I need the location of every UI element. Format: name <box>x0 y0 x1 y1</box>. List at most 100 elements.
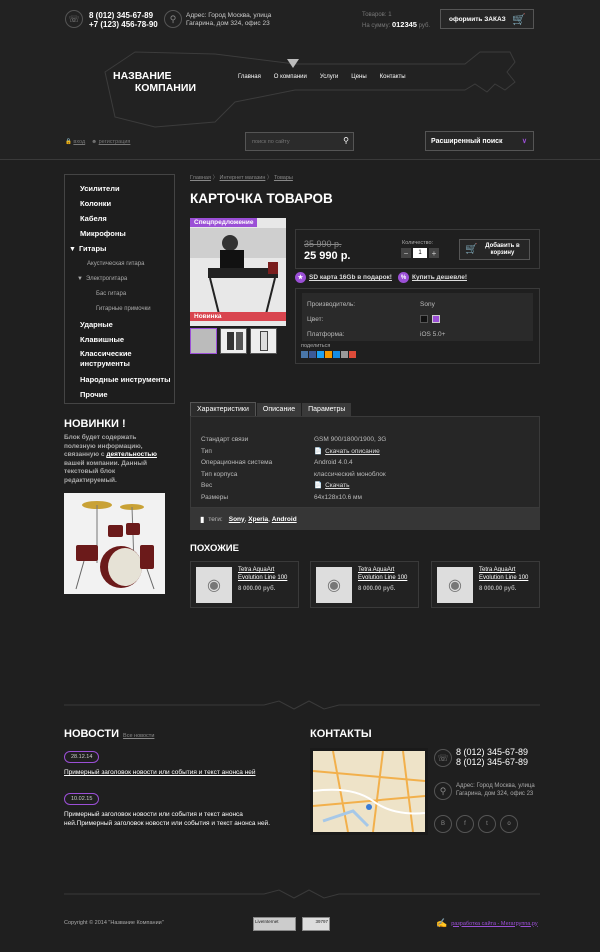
cheaper-promo[interactable]: % Купить дешевле! <box>398 272 467 283</box>
odnoklassniki-icon[interactable] <box>325 351 332 358</box>
camera-icon: ◉ <box>437 567 473 603</box>
gift-promo[interactable]: ★ SD карта 16Gb в подарок! <box>295 272 392 283</box>
order-button[interactable]: оформить ЗАКАЗ 🛒 <box>440 9 534 29</box>
news-item-text[interactable]: Примерный заголовок новости или события … <box>64 811 279 828</box>
header-phone-1: 8 (012) 345-67-89 <box>89 11 154 20</box>
all-news-link[interactable]: Все новости <box>123 733 154 739</box>
developer-credit[interactable]: ✍ разработка сайта - Мегагруппа.ру <box>436 918 538 929</box>
product-main-image[interactable] <box>190 218 286 326</box>
minus-button[interactable]: − <box>401 248 411 258</box>
twitter-icon[interactable]: t <box>478 815 496 833</box>
add-to-cart-button[interactable]: 🛒 Добавить в корзину <box>459 239 530 260</box>
search-icon[interactable]: ⚲ <box>343 136 349 145</box>
similar-name[interactable]: Tetra AquaArt Evolution Line 100 <box>358 567 416 582</box>
cart-items-value: 1 <box>388 12 392 18</box>
news-title: НОВОСТИ <box>64 728 120 740</box>
similar-name[interactable]: Tetra AquaArt Evolution Line 100 <box>238 567 296 582</box>
vk-icon[interactable]: B <box>434 815 452 833</box>
liveinternet-counter[interactable]: LiveInternet <box>253 917 296 931</box>
gift-link[interactable]: SD карта 16Gb в подарок! <box>309 274 392 281</box>
sidebar-item-speakers[interactable]: Колонки <box>65 196 174 211</box>
thumbnail-2[interactable] <box>220 328 247 354</box>
color-swatch-black[interactable] <box>420 315 428 323</box>
sidebar-menu: Усилители Колонки Кабеля Микрофоны ▼ Гита… <box>64 174 175 404</box>
login-link[interactable]: вход <box>73 139 85 145</box>
download-link[interactable]: Скачать <box>325 480 349 492</box>
sidebar-item-classical[interactable]: Классические инструменты <box>65 347 174 372</box>
sidebar-item-keys[interactable]: Клавишные <box>65 332 174 347</box>
sidebar-item-bass[interactable]: Бас гитара <box>65 287 174 302</box>
tab-characteristics[interactable]: Характеристики <box>190 402 256 416</box>
odnoklassniki-icon[interactable]: o <box>500 815 518 833</box>
nav-services[interactable]: Услуги <box>320 74 338 80</box>
map-image <box>312 750 426 833</box>
news-item-link[interactable]: Примерный заголовок новости или события … <box>64 769 284 776</box>
similar-card[interactable]: ◉ Tetra AquaArt Evolution Line 100 8 000… <box>190 561 299 608</box>
news-header: НОВОСТИ Все новости <box>64 728 154 740</box>
facebook-icon[interactable] <box>309 351 316 358</box>
breadcrumb-products[interactable]: Товары <box>274 175 293 181</box>
tab-parameters[interactable]: Параметры <box>302 403 352 416</box>
sidebar-item-drums[interactable]: Ударные <box>65 317 174 332</box>
map[interactable] <box>310 748 428 835</box>
nav-about[interactable]: О компании <box>274 74 307 80</box>
sidebar-item-other[interactable]: Прочие <box>65 387 174 402</box>
google-plus-icon[interactable] <box>349 351 356 358</box>
tag-link[interactable]: Sony <box>229 516 245 523</box>
vk-icon[interactable] <box>301 351 308 358</box>
novelties-text-b: вашей компании. Данный текстовый блок ре… <box>64 459 147 484</box>
sidebar-item-amplifiers[interactable]: Усилители <box>65 181 174 196</box>
sidebar-item-electric[interactable]: ▼ Электрогитара <box>65 272 174 287</box>
similar-title: ПОХОЖИЕ <box>190 543 239 554</box>
sidebar-item-electric-label: Электрогитара <box>85 276 128 282</box>
thumbnail-1[interactable] <box>190 328 217 354</box>
gift-icon: ★ <box>295 272 306 283</box>
download-description-link[interactable]: Скачать описание <box>325 446 380 458</box>
mailru-icon[interactable] <box>333 351 340 358</box>
breadcrumb-home[interactable]: Главная <box>190 175 211 181</box>
nav-home[interactable]: Главная <box>238 74 261 80</box>
tag-icon: ▮ <box>200 514 205 524</box>
similar-card[interactable]: ◉ Tetra AquaArt Evolution Line 100 8 000… <box>310 561 419 608</box>
similar-card[interactable]: ◉ Tetra AquaArt Evolution Line 100 8 000… <box>431 561 540 608</box>
rambler-counter[interactable]: 39797 <box>302 917 330 931</box>
sidebar-item-microphones[interactable]: Микрофоны <box>65 226 174 241</box>
search-input[interactable] <box>246 133 336 150</box>
sidebar-item-guitars-label: Гитары <box>78 244 107 253</box>
lock-icon: 🔒 <box>65 139 72 145</box>
tag-link[interactable]: Android <box>272 516 297 523</box>
tags-label: теги: <box>208 515 223 523</box>
developer-link[interactable]: разработка сайта - Мегагруппа.ру <box>451 921 537 927</box>
sidebar-item-acoustic[interactable]: Акустическая гитара <box>65 257 174 272</box>
header-phone-2: +7 (123) 456-78-90 <box>89 20 158 29</box>
novelties-link[interactable]: деятельностью <box>106 451 157 458</box>
advanced-search-button[interactable]: Расширенный поиск ∨ <box>425 131 534 151</box>
sidebar-item-guitars[interactable]: ▼ Гитары <box>65 241 174 257</box>
cart-items-label: Товаров: <box>362 12 387 18</box>
cheaper-link[interactable]: Купить дешевле! <box>412 274 467 281</box>
plus-button[interactable]: + <box>429 248 439 258</box>
sidebar-item-folk[interactable]: Народные инструменты <box>65 372 174 387</box>
header-address: Адрес: Город Москва, улица Гагарина, дом… <box>186 12 272 27</box>
nav-contacts[interactable]: Контакты <box>380 74 406 80</box>
color-swatch-purple[interactable] <box>432 315 440 323</box>
specs-panel: Стандарт связи GSM 900/1800/1900, 3G Тип 📄… <box>190 416 540 508</box>
header-divider <box>0 159 600 160</box>
percent-icon: % <box>398 272 409 283</box>
tag-link[interactable]: Xperia <box>248 516 268 523</box>
qty-input[interactable]: 1 <box>413 248 427 258</box>
breadcrumb-shop[interactable]: Интернет магазин <box>220 175 266 181</box>
twitter-icon[interactable] <box>317 351 324 358</box>
nav-prices[interactable]: Цены <box>351 74 366 80</box>
similar-name[interactable]: Tetra AquaArt Evolution Line 100 <box>479 567 537 582</box>
logo[interactable]: НАЗВАНИЕ КОМПАНИИ <box>111 70 196 94</box>
sidebar-item-pedals[interactable]: Гитарные примочки <box>65 302 174 317</box>
tab-description[interactable]: Описание <box>256 403 302 416</box>
thumbnail-3[interactable] <box>250 328 277 354</box>
facebook-icon[interactable]: f <box>456 815 474 833</box>
livejournal-icon[interactable] <box>341 351 348 358</box>
qty-label: Количество: <box>402 240 434 246</box>
sidebar-item-cables[interactable]: Кабеля <box>65 211 174 226</box>
order-button-label: оформить ЗАКАЗ <box>449 15 506 23</box>
register-link[interactable]: регистрация <box>99 139 131 145</box>
